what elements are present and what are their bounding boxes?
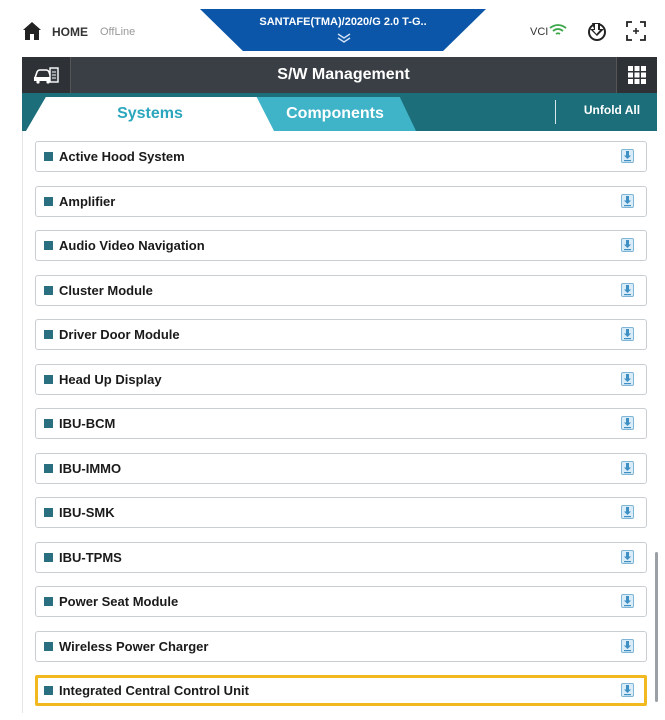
list-item[interactable]: Amplifier [35,185,647,217]
scrollbar[interactable] [655,552,658,702]
grid-menu-icon [628,66,646,84]
list-item-label: IBU-IMMO [59,460,122,476]
bullet-icon [44,508,53,517]
systems-list-panel: Active Hood System Amplifier Audio Video… [22,131,658,713]
bullet-icon [44,330,53,339]
list-item[interactable]: Cluster Module [35,274,647,306]
list-item[interactable]: IBU-TPMS [35,541,647,573]
bullet-icon [44,152,53,161]
list-item[interactable]: Active Hood System [35,141,647,172]
bullet-icon [44,285,53,295]
download-icon[interactable] [621,371,634,386]
grid-menu-button[interactable] [616,57,657,93]
bullet-icon [44,463,53,473]
download-icon[interactable] [621,683,634,697]
tab-systems[interactable]: Systems [26,97,274,131]
home-label[interactable]: HOME [52,25,88,39]
list-item-label: Head Up Display [59,371,162,387]
bullet-icon [44,641,53,651]
bullet-icon [44,196,53,206]
list-item-label: Amplifier [59,193,116,209]
top-status-bar: HOME OffLine SANTAFE(TMA)/2020/G 2.0 T-G… [12,9,657,55]
list-item-label: Audio Video Navigation [59,238,205,253]
vehicle-selector[interactable]: SANTAFE(TMA)/2020/G 2.0 T-G.. [200,9,486,51]
tabs-bar: Components Systems Unfold All [22,93,657,131]
bullet-icon [44,374,53,384]
divider [555,100,556,124]
wifi-icon [549,24,567,35]
tab-components[interactable]: Components [254,97,416,131]
list-item-label: Integrated Central Control Unit [59,683,249,698]
page-title: S/W Management [277,66,410,83]
download-icon[interactable] [621,594,634,608]
download-icon[interactable] [621,416,634,430]
download-icon[interactable] [621,505,634,519]
list-item-label: IBU-TPMS [59,549,122,565]
bullet-icon [44,552,53,562]
list-item-label: Active Hood System [59,149,185,164]
download-icon[interactable] [621,238,634,252]
bullet-icon [44,686,53,695]
home-icon[interactable] [22,21,42,41]
list-item[interactable]: IBU-SMK [35,497,647,528]
list-item[interactable]: Driver Door Module [35,319,647,350]
download-icon[interactable] [621,149,634,163]
download-icon[interactable] [621,638,634,653]
list-item[interactable]: IBU-IMMO [35,452,647,484]
vehicle-info-button[interactable] [22,57,71,93]
download-icon[interactable] [621,327,634,341]
list-item[interactable]: Power Seat Module [35,586,647,617]
list-item-label: Cluster Module [59,282,153,298]
download-icon[interactable] [621,460,634,475]
list-item[interactable]: Audio Video Navigation [35,230,647,261]
systems-list: Active Hood System Amplifier Audio Video… [35,141,647,720]
bullet-icon [44,597,53,606]
vehicle-title: SANTAFE(TMA)/2020/G 2.0 T-G.. [259,16,427,28]
bullet-icon [44,241,53,250]
list-item-label: IBU-BCM [59,416,116,431]
title-bar: S/W Management [22,57,657,93]
list-item[interactable]: Head Up Display [35,363,647,395]
list-item-label: Power Seat Module [59,594,179,609]
list-item[interactable]: Wireless Power Charger [35,630,647,662]
download-icon[interactable] [621,282,634,297]
chevron-down-icon[interactable] [337,33,351,43]
list-item[interactable]: IBU-BCM [35,408,647,439]
vci-connect-icon[interactable] [586,20,608,42]
list-item-label: Wireless Power Charger [59,638,209,654]
vci-label: VCI [530,26,549,38]
download-icon[interactable] [621,193,634,208]
connection-status: OffLine [100,26,136,38]
bullet-icon [44,419,53,428]
list-item[interactable]: Integrated Central Control Unit [35,675,647,706]
list-item-label: IBU-SMK [59,505,115,520]
download-icon[interactable] [621,549,634,564]
vehicle-info-icon [33,67,59,84]
screen-capture-icon[interactable] [626,21,646,41]
list-item-label: Driver Door Module [59,327,180,342]
unfold-all-button[interactable]: Unfold All [570,93,654,131]
